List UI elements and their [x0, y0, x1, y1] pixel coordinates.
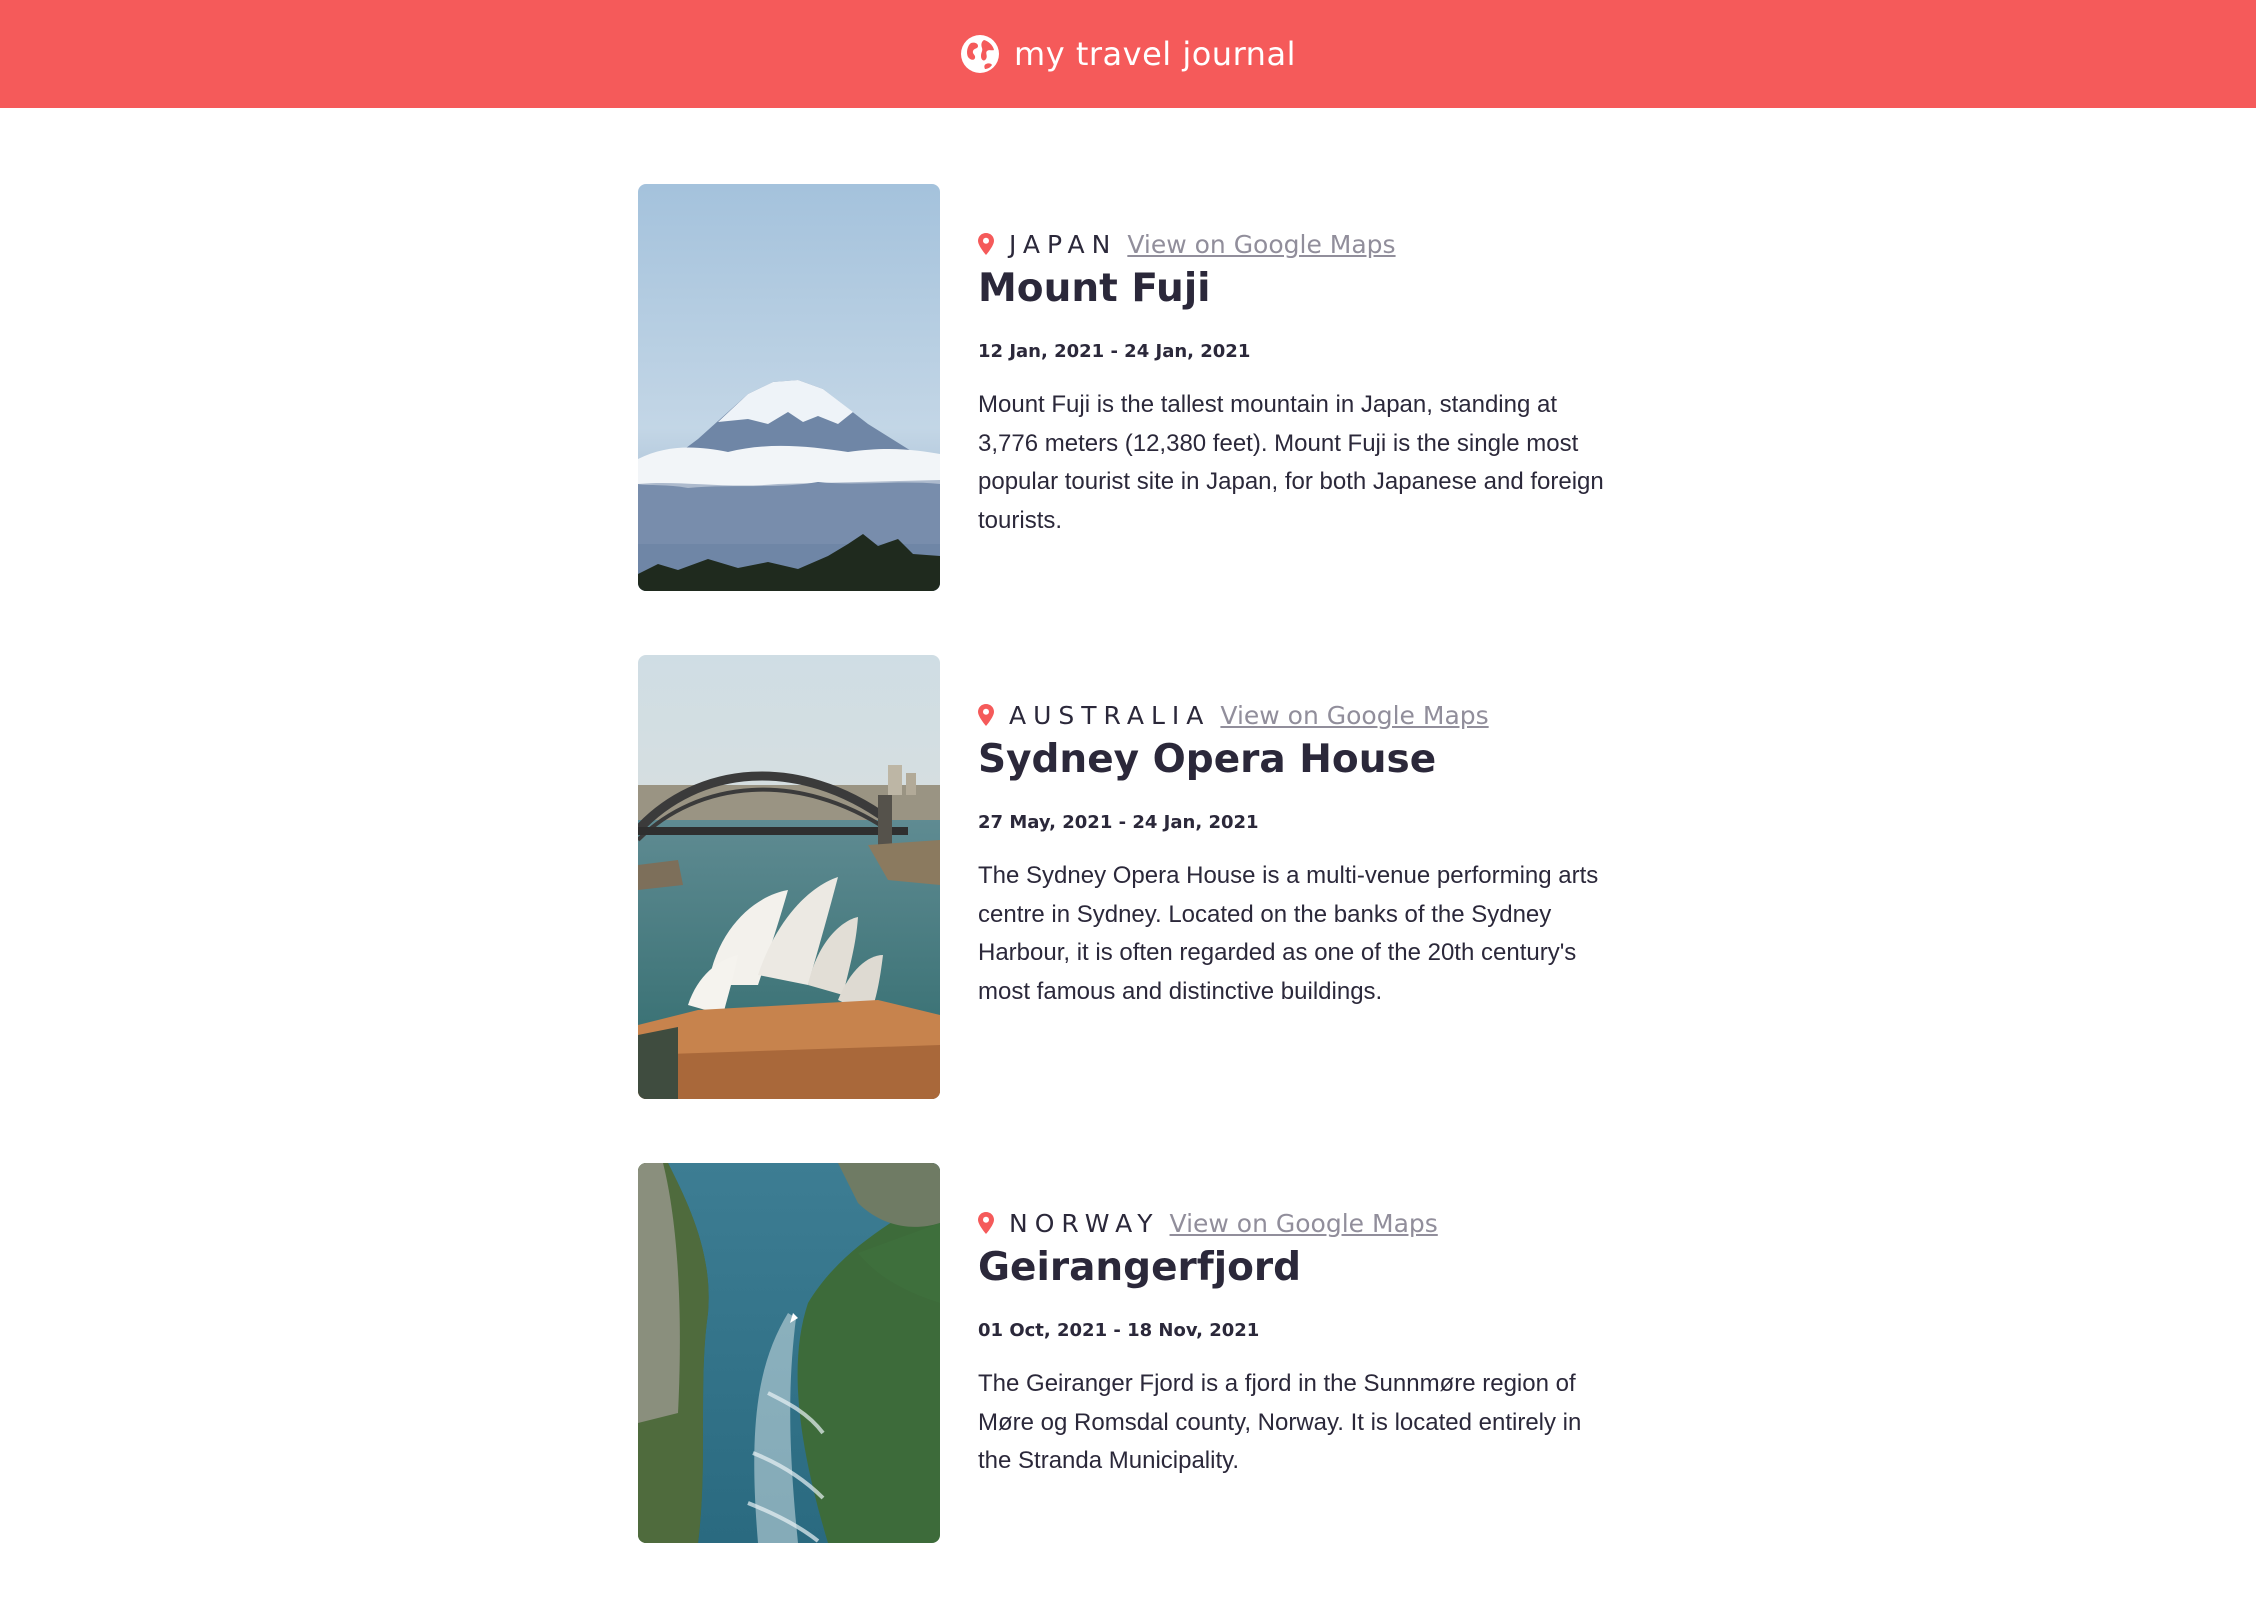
journal-entry: AUSTRALIA View on Google Maps Sydney Ope… [638, 655, 1618, 1099]
location-pin-icon [978, 704, 994, 726]
entry-title: Mount Fuji [978, 266, 1211, 311]
journal-entry: JAPAN View on Google Maps Mount Fuji 12 … [638, 184, 1618, 591]
journal-entries: JAPAN View on Google Maps Mount Fuji 12 … [638, 184, 1618, 1607]
entry-photo-sydney-opera-house [638, 655, 940, 1099]
entry-description: The Sydney Opera House is a multi-venue … [978, 862, 1599, 1005]
location-row: JAPAN View on Google Maps [978, 228, 1618, 260]
entry-title: Geirangerfjord [978, 1245, 1302, 1290]
entry-dates: 01 Oct, 2021 - 18 Nov, 2021 [978, 1320, 1260, 1341]
app-header: my travel journal [0, 0, 2256, 108]
location-row: NORWAY View on Google Maps [978, 1207, 1618, 1239]
app-title: my travel journal [1014, 35, 1296, 73]
location-pin-icon [978, 1212, 994, 1234]
entry-country: NORWAY [1009, 1208, 1160, 1238]
entry-dates: 12 Jan, 2021 - 24 Jan, 2021 [978, 341, 1251, 362]
globe-icon [961, 35, 1000, 73]
location-pin-icon [978, 233, 994, 255]
entry-info: JAPAN View on Google Maps Mount Fuji 12 … [978, 184, 1618, 564]
entry-dates: 27 May, 2021 - 24 Jan, 2021 [978, 812, 1259, 833]
entry-photo-geirangerfjord [638, 1163, 940, 1543]
entry-photo-mount-fuji [638, 184, 940, 591]
entry-info: NORWAY View on Google Maps Geirangerfjor… [978, 1163, 1618, 1505]
google-maps-link[interactable]: View on Google Maps [1127, 230, 1395, 259]
entry-description: The Geiranger Fjord is a fjord in the Su… [978, 1370, 1582, 1474]
google-maps-link[interactable]: View on Google Maps [1170, 1209, 1438, 1238]
google-maps-link[interactable]: View on Google Maps [1220, 701, 1488, 730]
journal-entry: NORWAY View on Google Maps Geirangerfjor… [638, 1163, 1618, 1543]
entry-info: AUSTRALIA View on Google Maps Sydney Ope… [978, 655, 1618, 1035]
entry-title: Sydney Opera House [978, 737, 1437, 782]
entry-description: Mount Fuji is the tallest mountain in Ja… [978, 391, 1604, 534]
entry-country: JAPAN [1009, 229, 1118, 259]
location-row: AUSTRALIA View on Google Maps [978, 699, 1618, 731]
entry-country: AUSTRALIA [1009, 700, 1211, 730]
